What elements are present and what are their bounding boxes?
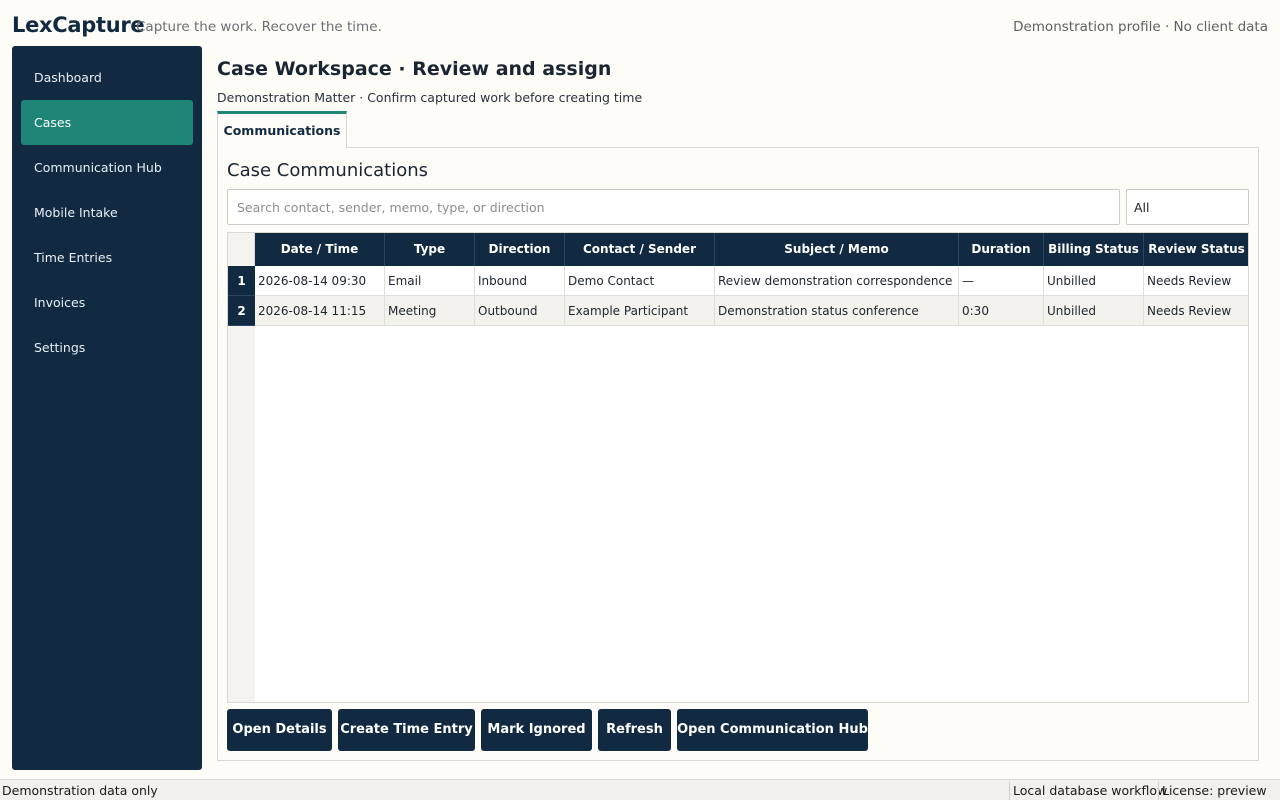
status-bar: Demonstration data only Local database w… (0, 779, 1280, 800)
column-header-date-time[interactable]: Date / Time (255, 233, 385, 266)
refresh-button[interactable]: Refresh (598, 709, 671, 751)
column-header-billing-status[interactable]: Billing Status (1044, 233, 1144, 266)
cell-billing-status[interactable]: Unbilled (1044, 266, 1144, 296)
table-row[interactable]: 2026-08-14 11:15 Meeting Outbound Exampl… (255, 296, 1248, 326)
sidebar-item-time-entries[interactable]: Time Entries (21, 235, 193, 280)
cell-contact-sender[interactable]: Demo Contact (565, 266, 715, 296)
filter-select[interactable]: All (1126, 189, 1249, 225)
app-header: LexCapture Capture the work. Recover the… (0, 0, 1280, 46)
panel-title: Case Communications (227, 160, 429, 181)
open-details-button[interactable]: Open Details (227, 709, 332, 751)
sidebar-nav: Dashboard Cases Communication Hub Mobile… (12, 46, 202, 770)
search-input[interactable] (227, 189, 1120, 225)
column-header-subject-memo[interactable]: Subject / Memo (715, 233, 959, 266)
cell-duration[interactable]: — (959, 266, 1044, 296)
row-header-strip (228, 266, 255, 702)
cell-duration[interactable]: 0:30 (959, 296, 1044, 326)
app-brand: LexCapture (12, 13, 145, 37)
status-demo-label: Demonstration data only (2, 783, 158, 798)
tab-communications[interactable]: Communications (217, 111, 347, 148)
cell-direction[interactable]: Inbound (475, 266, 565, 296)
app-tagline: Capture the work. Recover the time. (136, 19, 382, 35)
sidebar-item-mobile-intake[interactable]: Mobile Intake (21, 190, 193, 235)
status-workflow: Local database workflow (1009, 782, 1170, 800)
column-header-type[interactable]: Type (385, 233, 475, 266)
open-communication-hub-button[interactable]: Open Communication Hub (677, 709, 868, 751)
column-header-duration[interactable]: Duration (959, 233, 1044, 266)
communications-table: Date / Time Type Direction Contact / Sen… (227, 232, 1249, 703)
sidebar-item-dashboard[interactable]: Dashboard (21, 55, 193, 100)
sidebar-item-settings[interactable]: Settings (21, 325, 193, 370)
cell-subject-memo[interactable]: Review demonstration correspondence (715, 266, 959, 296)
cell-review-status[interactable]: Needs Review (1144, 266, 1248, 296)
create-time-entry-button[interactable]: Create Time Entry (338, 709, 475, 751)
cell-contact-sender[interactable]: Example Participant (565, 296, 715, 326)
page-title: Case Workspace · Review and assign (217, 58, 612, 80)
cell-review-status[interactable]: Needs Review (1144, 296, 1248, 326)
cell-subject-memo[interactable]: Demonstration status conference (715, 296, 959, 326)
table-corner (228, 233, 255, 266)
sidebar-item-invoices[interactable]: Invoices (21, 280, 193, 325)
cell-direction[interactable]: Outbound (475, 296, 565, 326)
page-subtitle: Demonstration Matter · Confirm captured … (217, 90, 643, 105)
column-header-direction[interactable]: Direction (475, 233, 565, 266)
column-header-review-status[interactable]: Review Status (1144, 233, 1248, 266)
status-license: License: preview (1158, 782, 1270, 800)
cell-billing-status[interactable]: Unbilled (1044, 296, 1144, 326)
mark-ignored-button[interactable]: Mark Ignored (481, 709, 592, 751)
sidebar-item-cases[interactable]: Cases (21, 100, 193, 145)
cell-type[interactable]: Meeting (385, 296, 475, 326)
table-row[interactable]: 2026-08-14 09:30 Email Inbound Demo Cont… (255, 266, 1248, 296)
row-number[interactable]: 2 (228, 296, 255, 326)
cell-date-time[interactable]: 2026-08-14 11:15 (255, 296, 385, 326)
row-number[interactable]: 1 (228, 266, 255, 296)
cell-date-time[interactable]: 2026-08-14 09:30 (255, 266, 385, 296)
profile-label: Demonstration profile · No client data (1013, 19, 1268, 35)
sidebar-item-communication-hub[interactable]: Communication Hub (21, 145, 193, 190)
cell-type[interactable]: Email (385, 266, 475, 296)
column-header-contact-sender[interactable]: Contact / Sender (565, 233, 715, 266)
